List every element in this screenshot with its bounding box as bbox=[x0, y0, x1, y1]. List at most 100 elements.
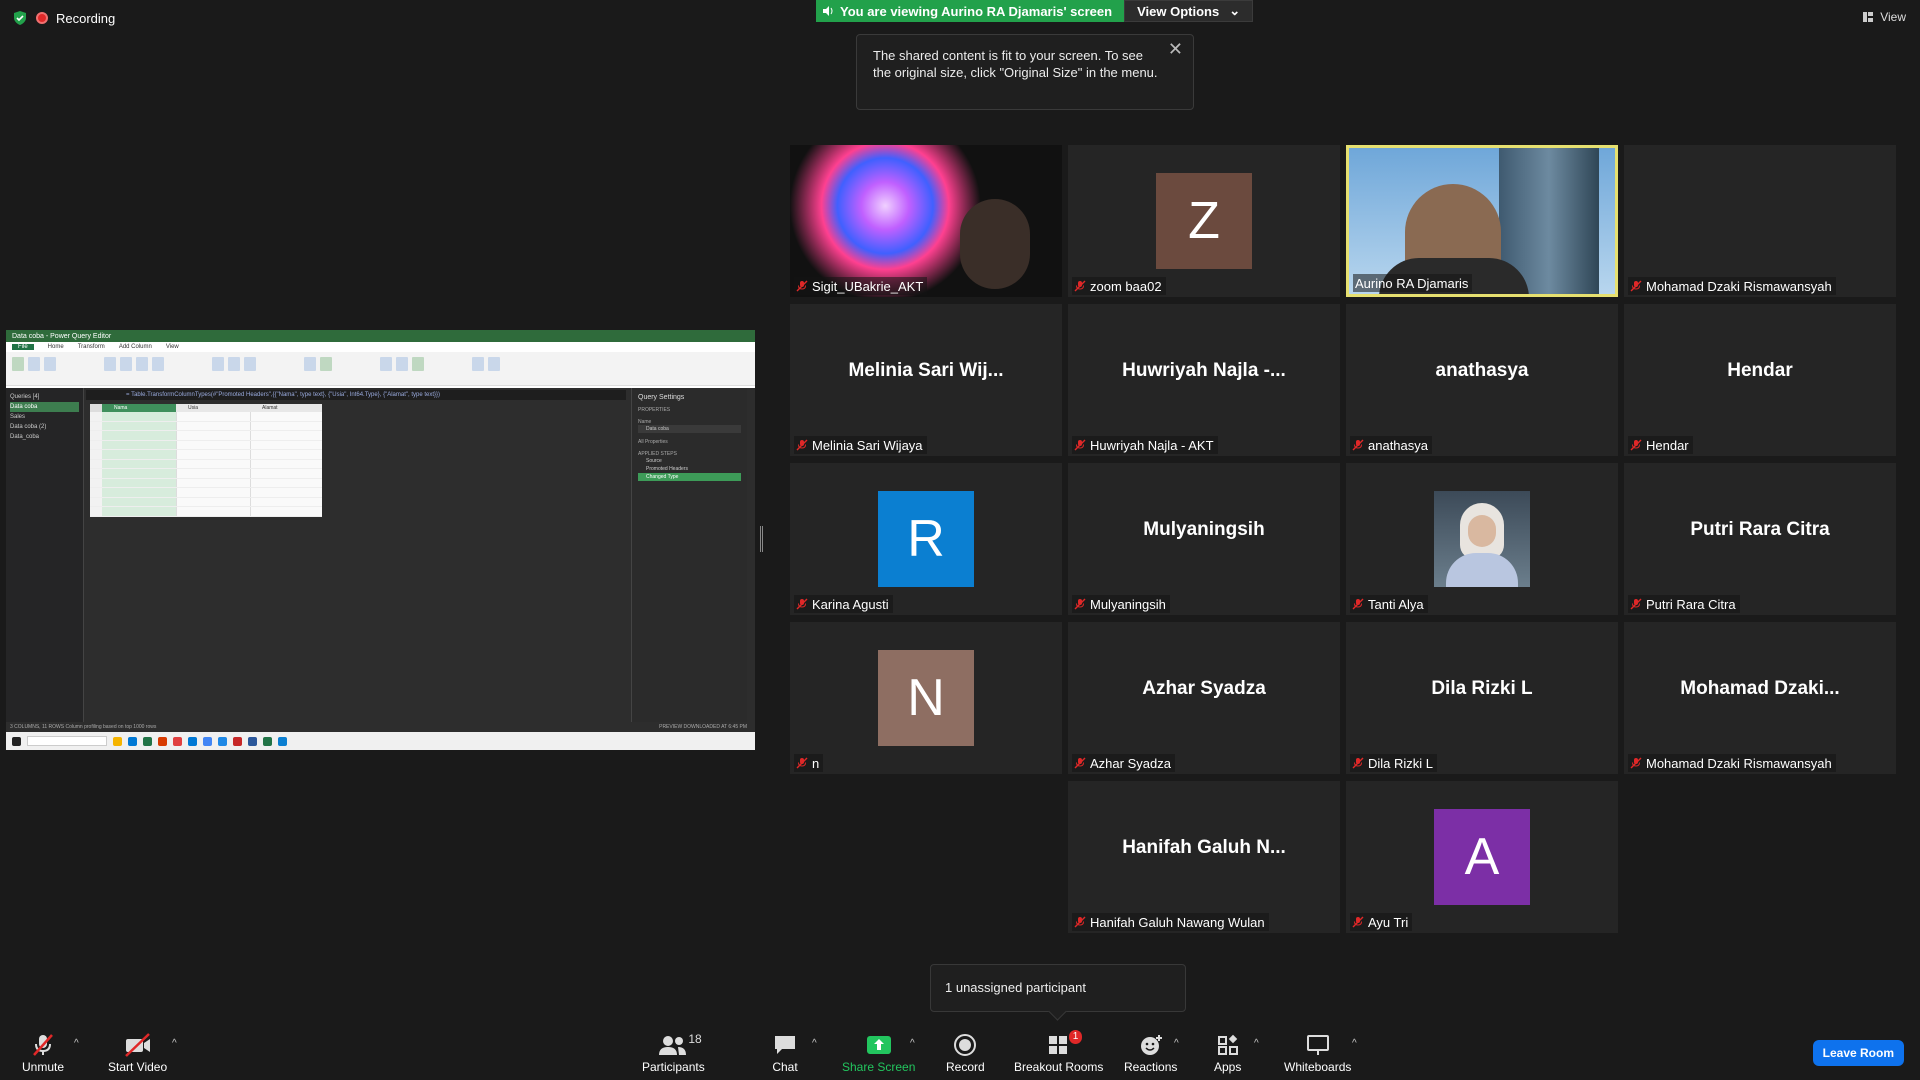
tooltip-text: The shared content is fit to your screen… bbox=[873, 48, 1158, 80]
participant-name-label: Huwriyah Najla - AKT bbox=[1072, 436, 1218, 454]
participant-name: Azhar Syadza bbox=[1090, 755, 1171, 771]
chat-options-caret-icon[interactable]: ^ bbox=[812, 1038, 817, 1049]
record-label: Record bbox=[946, 1060, 985, 1074]
participant-tile[interactable]: Mohamad Dzaki Rismawansyah bbox=[1624, 145, 1896, 297]
audio-options-caret-icon[interactable]: ^ bbox=[74, 1038, 79, 1049]
microphone-muted-icon bbox=[796, 439, 808, 451]
participant-avatar: A bbox=[1434, 809, 1530, 905]
participant-name-label: Hendar bbox=[1628, 436, 1693, 454]
record-icon bbox=[954, 1034, 977, 1056]
whiteboards-button[interactable]: Whiteboards bbox=[1284, 1032, 1351, 1074]
leave-room-button[interactable]: Leave Room bbox=[1812, 1040, 1904, 1066]
pq-column-header: Alamat bbox=[250, 404, 322, 412]
participant-tile[interactable]: Azhar Syadza Azhar Syadza bbox=[1068, 622, 1340, 774]
participant-avatar: Z bbox=[1156, 173, 1252, 269]
participant-name: Dila Rizki L bbox=[1368, 755, 1434, 771]
record-dot-icon bbox=[36, 12, 48, 24]
reactions-options-caret-icon[interactable]: ^ bbox=[1174, 1038, 1179, 1049]
participant-tile[interactable]: anathasya anathasya bbox=[1346, 304, 1618, 456]
participant-name: Mohamad Dzaki Rismawansyah bbox=[1646, 755, 1832, 771]
unassigned-participant-toast[interactable]: 1 unassigned participant bbox=[930, 964, 1186, 1012]
participant-name-label: Azhar Syadza bbox=[1072, 754, 1175, 772]
zoom-meeting-window: Recording You are viewing Aurino RA Djam… bbox=[0, 0, 1920, 1080]
record-button[interactable]: Record bbox=[946, 1032, 985, 1074]
participant-name: Melinia Sari Wijaya bbox=[812, 437, 923, 453]
participant-avatar: N bbox=[878, 650, 974, 746]
share-screen-button[interactable]: Share Screen bbox=[842, 1032, 915, 1074]
participant-display-name: Melinia Sari Wij... bbox=[848, 360, 1004, 381]
viewing-banner-text: You are viewing Aurino RA Djamaris' scre… bbox=[840, 3, 1113, 19]
split-divider-handle[interactable] bbox=[760, 526, 763, 552]
microphone-muted-icon bbox=[796, 280, 808, 292]
participant-tile[interactable]: Zzoom baa02 bbox=[1068, 145, 1340, 297]
microphone-muted-icon bbox=[1630, 439, 1642, 451]
view-button[interactable]: View bbox=[1862, 10, 1906, 24]
participant-tile[interactable]: Sigit_UBakrie_AKT bbox=[790, 145, 1062, 297]
participant-tile[interactable]: Melinia Sari Wij... Melinia Sari Wijaya bbox=[790, 304, 1062, 456]
participant-tile[interactable]: A Ayu Tri bbox=[1346, 781, 1618, 933]
participants-button[interactable]: 18 Participants bbox=[642, 1032, 705, 1074]
participant-display-name: Mulyaningsih bbox=[1143, 519, 1265, 540]
participant-name-label: Sigit_UBakrie_AKT bbox=[794, 277, 928, 295]
chat-button[interactable]: Chat bbox=[772, 1032, 798, 1074]
participant-name-label: n bbox=[794, 754, 824, 772]
participant-name: Mulyaningsih bbox=[1090, 596, 1166, 612]
participant-video bbox=[790, 145, 1062, 297]
microphone-muted-icon bbox=[1074, 439, 1086, 451]
pq-ribbon-tabs: File Home Transform Add Column View bbox=[6, 342, 755, 352]
participant-name-label: Hanifah Galuh Nawang Wulan bbox=[1072, 913, 1269, 931]
participant-display-name: Azhar Syadza bbox=[1142, 678, 1266, 699]
pq-status-bar: 3 COLUMNS, 11 ROWS Column profiling base… bbox=[6, 722, 755, 732]
participant-name: Mohamad Dzaki Rismawansyah bbox=[1646, 278, 1832, 294]
close-icon[interactable]: ✕ bbox=[1168, 40, 1183, 58]
view-options-button[interactable]: View Options ⌄ bbox=[1124, 0, 1254, 22]
microphone-muted-icon bbox=[1352, 916, 1364, 928]
participant-tile[interactable]: Nn bbox=[790, 622, 1062, 774]
participant-name-label: anathasya bbox=[1350, 436, 1432, 454]
whiteboards-options-caret-icon[interactable]: ^ bbox=[1352, 1038, 1357, 1049]
microphone-muted-icon bbox=[1074, 280, 1086, 292]
participant-name: Hanifah Galuh Nawang Wulan bbox=[1090, 914, 1265, 930]
participant-name-label: Ayu Tri bbox=[1350, 913, 1413, 931]
participant-name: Putri Rara Citra bbox=[1646, 596, 1736, 612]
participant-name: Sigit_UBakrie_AKT bbox=[812, 278, 924, 294]
view-options-label: View Options bbox=[1137, 3, 1220, 19]
participant-tile[interactable]: Hendar Hendar bbox=[1624, 304, 1896, 456]
unmute-button[interactable]: Unmute bbox=[22, 1032, 64, 1074]
toast-text: 1 unassigned participant bbox=[945, 980, 1086, 995]
participant-tile[interactable]: Mulyaningsih Mulyaningsih bbox=[1068, 463, 1340, 615]
pq-query-item: Data coba (2) bbox=[10, 424, 47, 430]
participant-tile[interactable]: Tanti Alya bbox=[1346, 463, 1618, 615]
pq-body: Queries [4] Data coba Sales Data coba (2… bbox=[6, 388, 755, 722]
participants-count: 18 bbox=[688, 1032, 702, 1046]
apps-icon bbox=[1217, 1034, 1238, 1055]
participant-tile[interactable]: R Karina Agusti bbox=[790, 463, 1062, 615]
share-screen-icon bbox=[866, 1036, 891, 1054]
participant-tile[interactable]: Mohamad Dzaki... Mohamad Dzaki Rismawansy… bbox=[1624, 622, 1896, 774]
start-video-button[interactable]: Start Video bbox=[108, 1032, 167, 1074]
participant-tile[interactable]: Hanifah Galuh N... Hanifah Galuh Nawang W… bbox=[1068, 781, 1340, 933]
apps-button[interactable]: Apps bbox=[1214, 1032, 1241, 1074]
participant-tile[interactable]: Aurino RA Djamaris bbox=[1346, 145, 1618, 297]
breakout-rooms-button[interactable]: 1 Breakout Rooms bbox=[1014, 1030, 1103, 1074]
apps-options-caret-icon[interactable]: ^ bbox=[1254, 1038, 1259, 1049]
microphone-muted-icon bbox=[796, 757, 808, 769]
share-options-caret-icon[interactable]: ^ bbox=[910, 1038, 915, 1049]
reactions-button[interactable]: Reactions bbox=[1124, 1032, 1177, 1074]
participant-tile[interactable]: Huwriyah Najla -... Huwriyah Najla - AKT bbox=[1068, 304, 1340, 456]
unmute-label: Unmute bbox=[22, 1060, 65, 1074]
recording-indicator[interactable]: Recording bbox=[12, 10, 115, 26]
participant-tile[interactable]: Dila Rizki L Dila Rizki L bbox=[1346, 622, 1618, 774]
breakout-rooms-badge: 1 bbox=[1068, 1030, 1083, 1044]
pq-data-grid: Nama Usia Alamat bbox=[90, 404, 322, 517]
view-label: View bbox=[1880, 10, 1906, 24]
viewing-banner: You are viewing Aurino RA Djamaris' scre… bbox=[816, 0, 1125, 22]
participant-name-label: Mulyaningsih bbox=[1072, 595, 1170, 613]
microphone-muted-icon bbox=[1352, 757, 1364, 769]
video-options-caret-icon[interactable]: ^ bbox=[172, 1038, 177, 1049]
pq-query-settings: Query Settings PROPERTIES Name Data coba… bbox=[631, 388, 747, 722]
chevron-down-icon: ⌄ bbox=[1229, 3, 1241, 18]
apps-label: Apps bbox=[1214, 1060, 1242, 1074]
pq-step: Source bbox=[646, 458, 662, 464]
participant-tile[interactable]: Putri Rara Citra Putri Rara Citra bbox=[1624, 463, 1896, 615]
